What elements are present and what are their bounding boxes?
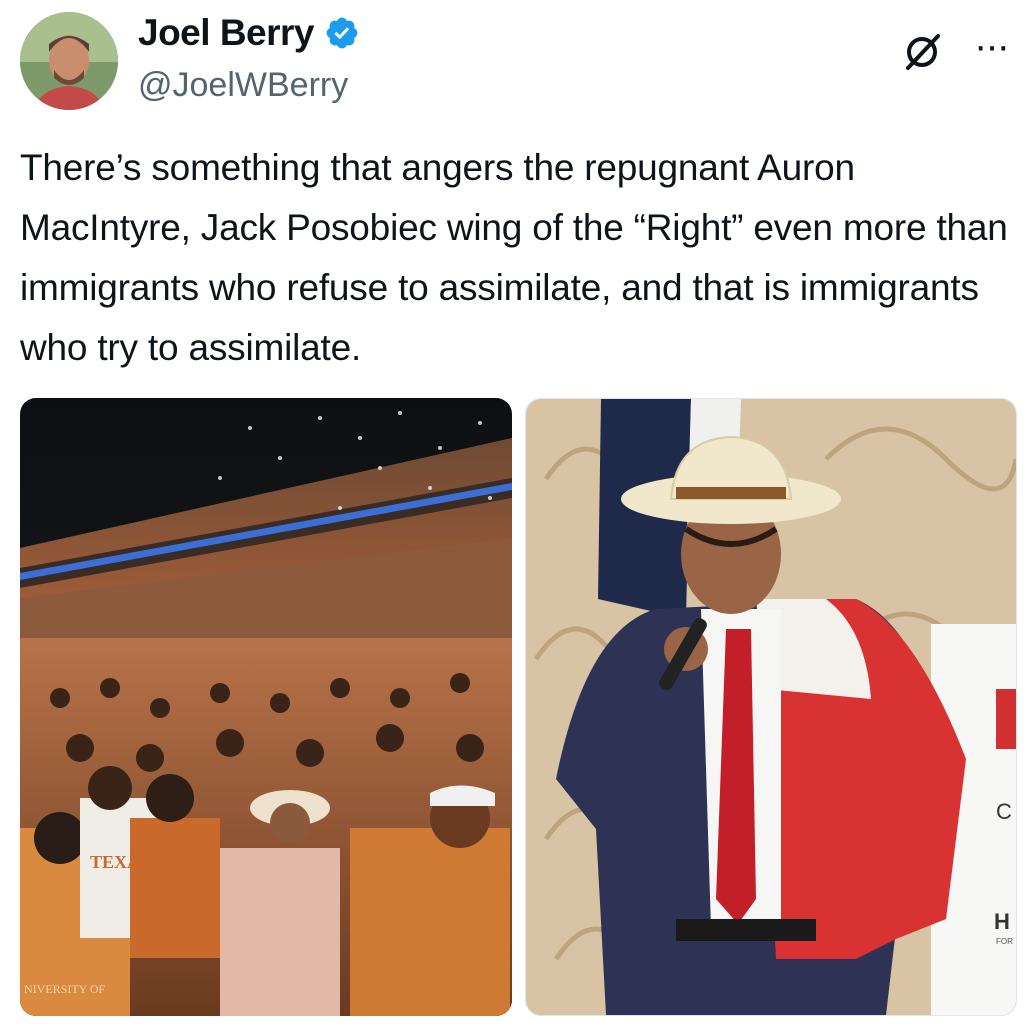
sign-letter-for: FOR (996, 937, 1013, 946)
author-avatar[interactable] (20, 12, 118, 110)
tweet-photo-speaker[interactable]: C H FOR (525, 398, 1017, 1016)
tweet-text: There’s something that angers the repugn… (20, 147, 1008, 368)
stadium-crowd-image: TEXAS NIVERSITY OF (20, 398, 512, 1016)
texas-shirt-text: TEXAS (90, 852, 150, 872)
tweet-header: Joel Berry @JoelWBerry ··· (0, 0, 1035, 130)
avatar-image (20, 12, 118, 110)
sign-letter-h: H (994, 909, 1010, 934)
author-display-name[interactable]: Joel Berry (138, 12, 315, 54)
author-handle[interactable]: @JoelWBerry (138, 66, 348, 105)
more-options-icon[interactable]: ··· (974, 26, 1010, 66)
author-name-row[interactable]: Joel Berry (138, 12, 360, 54)
university-banner-text: NIVERSITY OF (24, 982, 106, 996)
grok-icon[interactable] (900, 30, 944, 74)
tweet-photo-stadium[interactable]: TEXAS NIVERSITY OF (20, 398, 512, 1016)
verified-badge-icon (326, 17, 358, 49)
speaker-image: C H FOR (526, 399, 1016, 1015)
sign-letter-c: C (996, 799, 1012, 824)
